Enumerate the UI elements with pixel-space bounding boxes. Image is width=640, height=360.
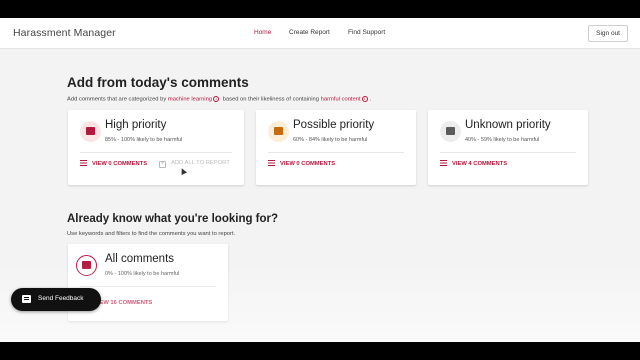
subtitle-text: based on their likeliness of containing bbox=[222, 96, 320, 103]
nav-create-report[interactable]: Create Report bbox=[289, 29, 330, 36]
divider bbox=[440, 152, 576, 153]
top-bar: Harassment Manager Home Create Report Fi… bbox=[0, 18, 640, 49]
card-range: 60% - 84% likely to be harmful bbox=[293, 137, 368, 143]
feedback-icon bbox=[22, 295, 31, 303]
search-comments-icon bbox=[76, 255, 97, 276]
card-title: Unknown priority bbox=[465, 119, 551, 131]
nav-home[interactable]: Home bbox=[254, 29, 271, 36]
possible-priority-card[interactable]: Possible priority 60% - 84% likely to be… bbox=[256, 110, 416, 185]
card-range: 40% - 59% likely to be harmful bbox=[465, 137, 540, 143]
add-icon: + bbox=[159, 161, 166, 168]
divider bbox=[80, 286, 216, 287]
view-comments-button[interactable]: VIEW 4 COMMENTS bbox=[440, 160, 507, 167]
machine-learning-link[interactable]: machine learning bbox=[168, 97, 212, 103]
list-icon bbox=[268, 160, 275, 166]
card-range: 0% - 100% likely to be harmful bbox=[105, 271, 180, 277]
subtitle-text: Add comments that are categorized by bbox=[67, 96, 167, 103]
flag-list-icon bbox=[80, 121, 101, 142]
divider bbox=[268, 152, 404, 153]
card-range: 85% - 100% likely to be harmful bbox=[105, 137, 183, 143]
section-subtitle-looking-for: Use keywords and filters to find the com… bbox=[67, 231, 236, 237]
card-title: High priority bbox=[105, 119, 167, 131]
add-all-to-report-button[interactable]: + ADD ALL TO REPORT bbox=[159, 160, 230, 168]
list-icon bbox=[80, 160, 87, 166]
sign-out-button[interactable]: Sign out bbox=[588, 25, 628, 42]
info-icon[interactable]: i bbox=[361, 96, 368, 102]
question-comment-icon bbox=[440, 121, 461, 142]
send-feedback-button[interactable]: Send Feedback bbox=[11, 288, 101, 311]
view-comments-button[interactable]: VIEW 0 COMMENTS bbox=[80, 160, 147, 167]
warning-comment-icon bbox=[268, 121, 289, 142]
app-title: Harassment Manager bbox=[13, 27, 116, 39]
card-title: Possible priority bbox=[293, 119, 375, 131]
view-comments-button[interactable]: VIEW 0 COMMENTS bbox=[268, 160, 335, 167]
harmful-content-link[interactable]: harmful content bbox=[321, 97, 361, 103]
section-subtitle-todays-comments: Add comments that are categorized by mac… bbox=[67, 96, 372, 103]
card-title: All comments bbox=[105, 253, 175, 265]
divider bbox=[80, 152, 232, 153]
info-icon[interactable]: i bbox=[213, 96, 220, 102]
section-title-looking-for: Already know what you're looking for? bbox=[67, 213, 279, 225]
unknown-priority-card[interactable]: Unknown priority 40% - 59% likely to be … bbox=[428, 110, 588, 185]
feedback-label: Send Feedback bbox=[38, 295, 84, 302]
nav-find-support[interactable]: Find Support bbox=[348, 29, 385, 36]
list-icon bbox=[440, 160, 447, 166]
high-priority-card[interactable]: High priority 85% - 100% likely to be ha… bbox=[68, 110, 244, 185]
section-title-todays-comments: Add from today's comments bbox=[67, 75, 249, 90]
